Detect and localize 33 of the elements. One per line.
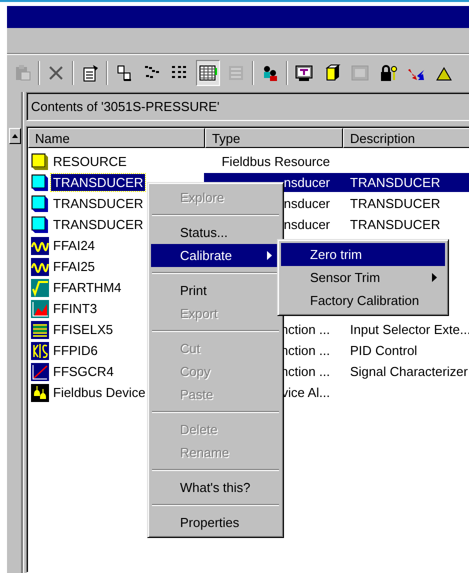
table-cell: nsducer: [284, 175, 330, 190]
menu-item[interactable]: Print: [151, 279, 280, 302]
item-name[interactable]: FFPID6: [51, 342, 100, 359]
table-cell: TRANSDUCER: [350, 175, 440, 190]
location-bar: Contents of '3051S-PRESSURE': [26, 92, 469, 121]
item-name[interactable]: FFISELX5: [51, 321, 115, 338]
item-name[interactable]: RESOURCE: [51, 153, 129, 170]
item-name[interactable]: Fieldbus Device: [51, 384, 148, 401]
item-name[interactable]: TRANSDUCER: [51, 216, 146, 233]
item-name[interactable]: FFARTHM4: [51, 279, 124, 296]
item-name[interactable]: FFINT3: [51, 300, 100, 317]
menu-item[interactable]: Factory Calibration: [281, 289, 445, 312]
table-cell: nsducer: [284, 217, 330, 232]
table-cell: PID Control: [350, 343, 418, 358]
menu-item[interactable]: Calibrate: [151, 244, 280, 267]
table-cell: nsducer: [284, 196, 330, 211]
item-name[interactable]: FFAI25: [51, 258, 97, 275]
menu-item[interactable]: Zero trim: [281, 243, 445, 266]
table-cell: Fieldbus Resource: [222, 154, 330, 169]
item-name[interactable]: FFSGCR4: [51, 363, 116, 380]
table-cell: TRANSDUCER: [350, 217, 440, 232]
menu-item[interactable]: Properties: [151, 511, 280, 534]
table-cell: TRANSDUCER: [350, 196, 440, 211]
column-header[interactable]: Name: [28, 128, 205, 148]
table-cell: Signal Characterizer: [350, 364, 468, 379]
menu-item[interactable]: Sensor Trim: [281, 266, 445, 289]
item-name[interactable]: TRANSDUCER: [51, 174, 146, 191]
menu-item[interactable]: What's this?: [151, 476, 280, 499]
column-header[interactable]: Description: [343, 128, 469, 148]
item-name[interactable]: TRANSDUCER: [51, 195, 146, 212]
column-header[interactable]: Type: [205, 128, 343, 148]
item-name[interactable]: FFAI24: [51, 237, 97, 254]
menu-item[interactable]: Status...: [151, 221, 280, 244]
